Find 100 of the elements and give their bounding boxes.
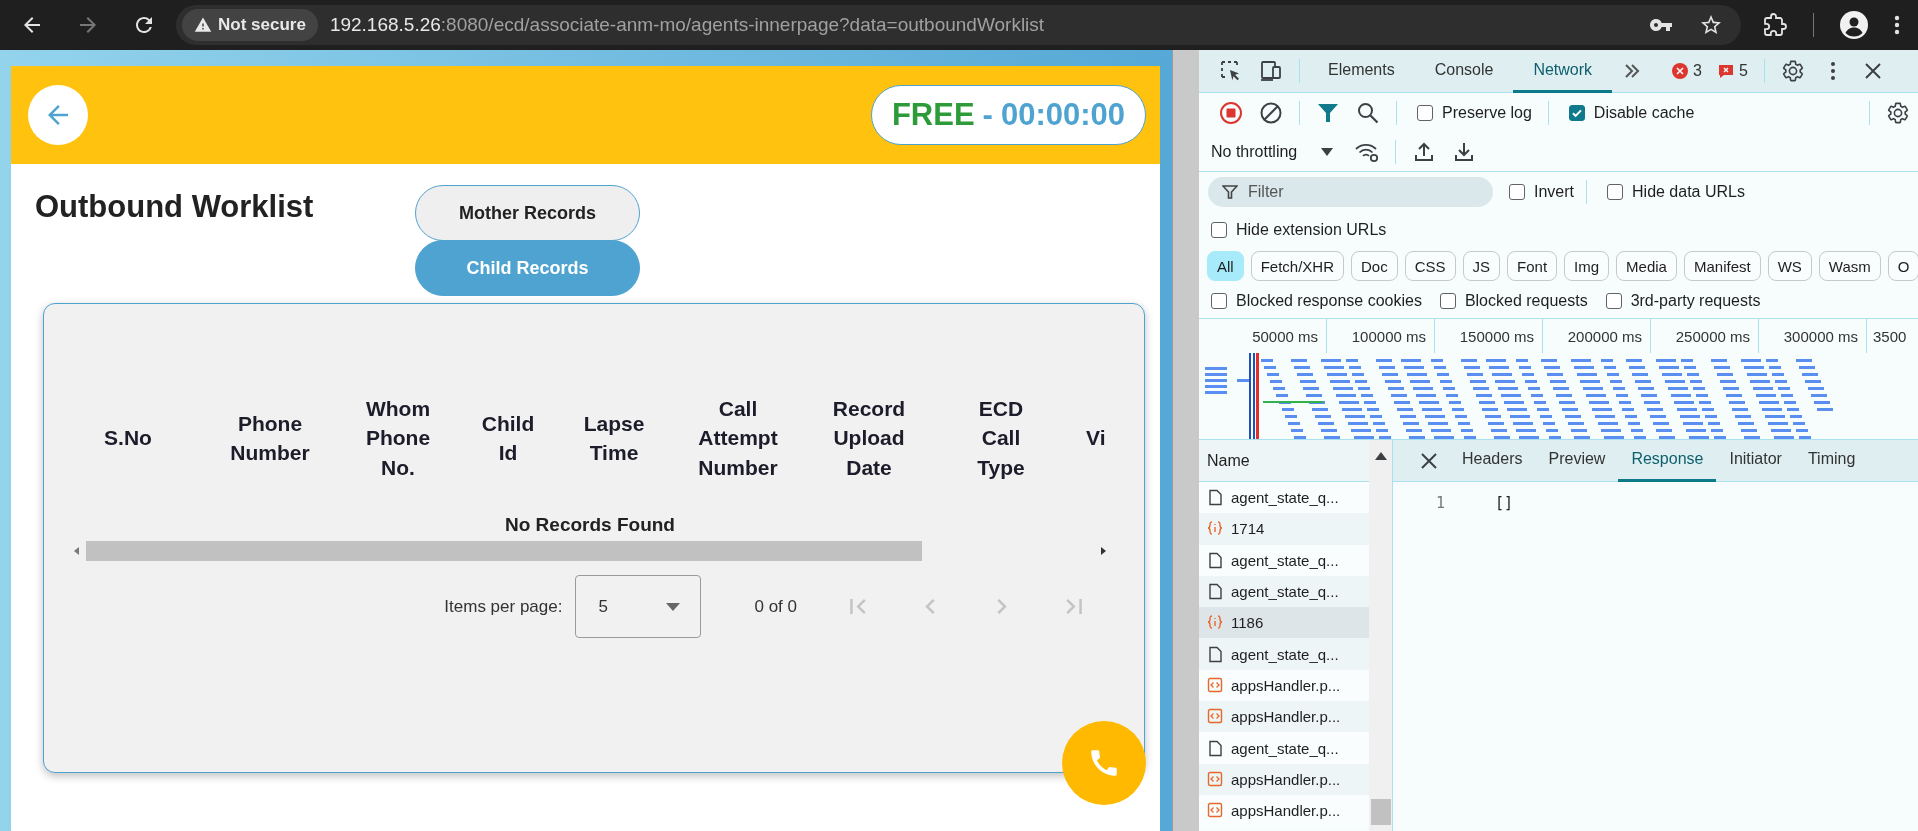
time-tick-label: 250000 ms xyxy=(1675,327,1750,345)
document-icon xyxy=(1207,645,1223,663)
checkbox[interactable] xyxy=(1605,293,1622,309)
settings-icon[interactable] xyxy=(1886,101,1910,125)
type-filter-chip[interactable]: Font xyxy=(1507,251,1558,281)
page-size-select[interactable]: 5 xyxy=(575,575,702,638)
chevron-icon xyxy=(997,599,1007,614)
page-title: Outbound Worklist xyxy=(35,189,315,226)
close-icon xyxy=(1863,62,1882,80)
type-filter-chip[interactable]: Media xyxy=(1616,251,1677,281)
checkbox[interactable] xyxy=(1211,222,1227,238)
settings-icon[interactable] xyxy=(1780,59,1805,83)
type-filter-chip[interactable]: Img xyxy=(1564,251,1610,281)
detail-tab[interactable]: Initiator xyxy=(1716,439,1795,482)
request-row[interactable]: appsHandler.p... xyxy=(1199,701,1369,733)
request-row[interactable]: agent_state_q... xyxy=(1199,638,1369,670)
detail-tab[interactable]: Response xyxy=(1618,439,1717,482)
code-file-icon xyxy=(1207,708,1223,726)
time-tick-label: 200000 ms xyxy=(1567,327,1642,345)
chevron-icon xyxy=(925,599,935,614)
star-icon[interactable] xyxy=(1699,13,1723,37)
type-filter-chip[interactable]: O xyxy=(1887,251,1918,281)
type-filter-chip[interactable]: Doc xyxy=(1351,251,1398,281)
url-text[interactable]: 192.168.5.26:8080/ecd/associate-anm-mo/agents-innerpage?data=outboundWorklist xyxy=(329,14,1045,36)
search-icon xyxy=(1357,102,1379,124)
devtools-tab[interactable]: Elements xyxy=(1308,50,1415,93)
throttling-select[interactable]: No throttling xyxy=(1211,143,1348,161)
checkbox-label: Blocked requests xyxy=(1464,292,1588,310)
checkbox-label: Preserve log xyxy=(1442,104,1532,122)
checkbox-label: Disable cache xyxy=(1593,104,1695,122)
braces-icon xyxy=(1207,614,1223,632)
column-header: S.No xyxy=(104,425,152,452)
type-filter-chip[interactable]: JS xyxy=(1462,251,1501,281)
request-row[interactable]: agent_state_q... xyxy=(1199,575,1369,608)
devtools-tab[interactable]: Console xyxy=(1414,50,1514,93)
record-tab[interactable]: Mother Records xyxy=(415,185,640,241)
checkbox[interactable] xyxy=(1607,184,1623,200)
type-filter-chip[interactable]: WS xyxy=(1767,251,1812,281)
type-filter-chip[interactable]: Manifest xyxy=(1683,251,1761,281)
check-icon xyxy=(1570,107,1583,119)
time-tick-label: 300000 ms xyxy=(1783,327,1858,345)
column-header: Whom Phone No. xyxy=(365,395,431,481)
line-number: 1 xyxy=(1434,494,1445,512)
chevron-icon xyxy=(850,599,866,614)
time-tick-label: 100000 ms xyxy=(1351,327,1426,345)
more-icon xyxy=(1829,61,1836,81)
checkbox-label: Invert xyxy=(1534,183,1574,201)
profile-icon[interactable] xyxy=(1840,11,1868,39)
checkbox[interactable] xyxy=(1509,184,1525,200)
type-filter-chip[interactable]: Fetch/XHR xyxy=(1250,251,1345,281)
security-chip[interactable]: Not secure xyxy=(182,9,318,41)
scrollbar-thumb[interactable] xyxy=(1370,799,1391,825)
braces-icon xyxy=(1207,520,1223,538)
checkbox[interactable] xyxy=(1439,293,1456,309)
checkbox[interactable] xyxy=(1211,293,1227,309)
time-tick-label: 3500 xyxy=(1873,327,1907,345)
issue-count[interactable]: 5 xyxy=(1718,62,1748,80)
devtools-tab[interactable]: Network xyxy=(1513,50,1613,93)
filter-field[interactable]: Filter xyxy=(1208,177,1493,207)
document-icon xyxy=(1207,551,1223,569)
request-row[interactable]: appsHandler.p... xyxy=(1199,763,1369,795)
checkbox[interactable] xyxy=(1568,105,1585,121)
warning-icon xyxy=(194,16,212,34)
detail-tab[interactable]: Preview xyxy=(1535,439,1619,482)
response-text: [] xyxy=(1495,494,1514,512)
filter-icon xyxy=(1317,102,1339,124)
time-tick-label: 150000 ms xyxy=(1459,327,1534,345)
document-icon xyxy=(1207,583,1223,601)
document-icon xyxy=(1207,739,1223,757)
puzzle-icon[interactable] xyxy=(1763,13,1787,37)
status-timer-pill: FREE - 00:00:00 xyxy=(870,85,1146,145)
double-chevron-icon xyxy=(1623,62,1642,80)
request-row[interactable]: 1714 xyxy=(1199,513,1369,545)
detail-tab[interactable]: Headers xyxy=(1449,439,1536,482)
document-icon xyxy=(1207,489,1223,507)
issue-icon xyxy=(1718,63,1734,79)
checkbox[interactable] xyxy=(1417,105,1433,121)
code-file-icon xyxy=(1207,802,1223,820)
type-filter-chip[interactable]: CSS xyxy=(1404,251,1456,281)
device-icon xyxy=(1259,60,1283,82)
caret-icon xyxy=(1321,148,1334,156)
type-filter-chip[interactable]: Wasm xyxy=(1818,251,1881,281)
type-filter-chip[interactable]: All xyxy=(1207,251,1244,281)
detail-tab[interactable]: Timing xyxy=(1794,439,1869,482)
code-file-icon xyxy=(1207,770,1223,788)
error-count[interactable]: 3 xyxy=(1672,62,1702,80)
inspect-icon xyxy=(1220,60,1242,82)
more-icon[interactable] xyxy=(1894,13,1900,37)
sort-up-icon[interactable] xyxy=(1374,452,1387,460)
checkbox-label: 3rd-party requests xyxy=(1630,292,1761,310)
column-header: Phone Number xyxy=(230,410,310,466)
column-header: Lapse Time xyxy=(583,410,645,466)
page-scrollbar[interactable] xyxy=(1172,50,1199,831)
request-row[interactable]: 1186 xyxy=(1199,607,1369,639)
chevron-icon xyxy=(1066,599,1082,614)
funnel-icon xyxy=(1222,184,1238,200)
wifi-gear-icon xyxy=(1354,141,1381,163)
column-header: Vi xyxy=(1086,425,1106,452)
column-header: ECD Call Type xyxy=(977,395,1025,481)
upload-icon xyxy=(1413,141,1436,163)
